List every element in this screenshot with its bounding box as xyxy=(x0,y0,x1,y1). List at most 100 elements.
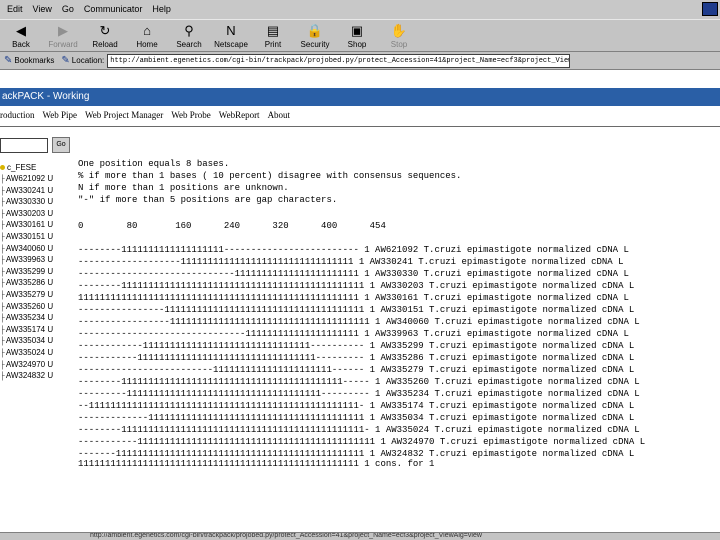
stop-label: Stop xyxy=(390,40,408,49)
tree-branch-icon: ├ xyxy=(0,290,5,300)
tree-branch-icon: ├ xyxy=(0,360,5,370)
legend-line: N if more than 1 positions are unknown. xyxy=(78,183,289,193)
menu-communicator[interactable]: Communicator xyxy=(79,0,148,19)
shop-button[interactable]: ▣ Shop xyxy=(336,20,378,52)
menu-go[interactable]: Go xyxy=(57,0,79,19)
tree-item-label: AW335299 U xyxy=(5,266,54,276)
tree-item[interactable]: ├AW324832 U xyxy=(0,370,70,382)
alignment-row: ---------1111111111111111111111111111111… xyxy=(78,389,640,399)
tree-item[interactable]: ├AW335174 U xyxy=(0,324,70,336)
tree-item-label: AW340060 U xyxy=(5,243,54,253)
tree-item[interactable]: ├AW335024 U xyxy=(0,347,70,359)
home-label: Home xyxy=(136,40,158,49)
bookmarks-label: Bookmarks xyxy=(14,56,55,65)
search-input[interactable] xyxy=(0,138,48,153)
shop-icon: ▣ xyxy=(350,23,364,38)
nav-link[interactable]: WebReport xyxy=(219,110,260,124)
tree-item-label: AW330161 U xyxy=(5,220,54,230)
tree-item-label: AW335234 U xyxy=(5,313,54,323)
status-text: http://ambient.egenetics.com/cgi-bin/tra… xyxy=(90,532,482,539)
stop-icon: ✋ xyxy=(390,23,408,38)
tree-root[interactable]: c_FESE xyxy=(0,162,70,173)
menu-help[interactable]: Help xyxy=(147,0,176,19)
folder-icon xyxy=(0,165,5,170)
tree-item[interactable]: ├AW621092 U xyxy=(0,173,70,185)
tree-item[interactable]: ├AW335299 U xyxy=(0,266,70,278)
url-field[interactable]: http://ambient.egenetics.com/cgi-bin/tra… xyxy=(107,53,571,68)
tree-item-label: AW621092 U xyxy=(5,174,54,183)
nav-link[interactable]: Web Project Manager xyxy=(85,110,163,124)
nav-link[interactable]: Web Pipe xyxy=(43,110,78,124)
legend-line: One position equals 8 bases. xyxy=(78,159,230,169)
tree-item-label: AW335286 U xyxy=(5,278,54,288)
tree-item-label: AW330241 U xyxy=(5,185,54,195)
tree-branch-icon: ├ xyxy=(0,232,5,242)
tree-branch-icon: ├ xyxy=(0,221,5,231)
alignment-row: -----------------------------11111111111… xyxy=(78,269,629,279)
search-icon: ⚲ xyxy=(184,23,194,38)
tree-branch-icon: ├ xyxy=(0,302,5,312)
tree-item-label: AW335279 U xyxy=(5,289,54,299)
stop-button[interactable]: ✋ Stop xyxy=(378,20,420,52)
tree-item-label: AW335034 U xyxy=(5,336,54,346)
alignment-rows: --------1111111111111111111-------------… xyxy=(78,244,645,460)
alignment-row: --------1111111111111111111-------------… xyxy=(78,245,629,255)
security-label: Security xyxy=(300,40,330,49)
tree-branch-icon: ├ xyxy=(0,244,5,254)
tree-item[interactable]: ├AW340060 U xyxy=(0,243,70,255)
tree-item-label: AW324970 U xyxy=(5,359,54,369)
home-icon: ⌂ xyxy=(143,23,151,38)
tree-item[interactable]: ├AW330151 U xyxy=(0,231,70,243)
tree-item[interactable]: ├AW335279 U xyxy=(0,289,70,301)
netscape-button[interactable]: N Netscape xyxy=(210,20,252,52)
netscape-label: Netscape xyxy=(214,40,248,49)
reload-icon: ↻ xyxy=(99,23,111,38)
tree-item[interactable]: ├AW335286 U xyxy=(0,277,70,289)
netscape-logo-icon xyxy=(702,2,718,16)
go-button[interactable]: Go xyxy=(52,137,70,153)
tree-item[interactable]: ├AW330330 U xyxy=(0,196,70,208)
tree-branch-icon: ├ xyxy=(0,279,5,289)
bookmarks-button[interactable]: ✎ Bookmarks xyxy=(0,55,58,66)
print-label: Print xyxy=(264,40,282,49)
nav-link[interactable]: roduction xyxy=(0,110,35,124)
tree-branch-icon: ├ xyxy=(0,256,5,266)
nav-link[interactable]: Web Probe xyxy=(171,110,211,124)
nav-divider xyxy=(0,126,720,127)
tree-item[interactable]: ├AW335260 U xyxy=(0,301,70,313)
alignment-legend: One position equals 8 bases. % if more th… xyxy=(78,158,461,206)
tree-item[interactable]: ├AW339963 U xyxy=(0,254,70,266)
tree-branch-icon: ├ xyxy=(0,186,5,196)
tree-item[interactable]: ├AW330203 U xyxy=(0,208,70,220)
tree-item-label: AW335174 U xyxy=(5,324,54,334)
forward-label: Forward xyxy=(48,40,78,49)
site-nav: roduction Web Pipe Web Project Manager Web … xyxy=(0,110,298,124)
tree-item[interactable]: ├AW335234 U xyxy=(0,312,70,324)
security-button[interactable]: 🔒 Security xyxy=(294,20,336,52)
menu-edit[interactable]: Edit xyxy=(2,0,28,19)
alignment-row: -----------11111111111111111111111111111… xyxy=(78,437,646,447)
alignment-row: -------------------------111111111111111… xyxy=(78,365,635,375)
nav-link[interactable]: About xyxy=(268,110,291,124)
tree-item[interactable]: ├AW324970 U xyxy=(0,359,70,371)
tree-item[interactable]: ├AW330241 U xyxy=(0,185,70,197)
forward-button[interactable]: ▶ Forward xyxy=(42,20,84,52)
reload-button[interactable]: ↻ Reload xyxy=(84,20,126,52)
tree-branch-icon: ├ xyxy=(0,372,5,382)
tree-branch-icon: ├ xyxy=(0,337,5,347)
alignment-row: -------------111111111111111111111111111… xyxy=(78,413,635,423)
tree-item[interactable]: ├AW330161 U xyxy=(0,219,70,231)
netscape-icon: N xyxy=(226,23,236,38)
page-title: ackPACK - Working xyxy=(0,88,720,106)
menu-view[interactable]: View xyxy=(28,0,57,19)
tree-item-label: AW339963 U xyxy=(5,255,54,265)
back-button[interactable]: ◀ Back xyxy=(0,20,42,52)
page-proxy-icon[interactable]: ✎ xyxy=(61,55,69,66)
legend-line: "-" if more than 5 positions are gap cha… xyxy=(78,195,338,205)
home-button[interactable]: ⌂ Home xyxy=(126,20,168,52)
print-button[interactable]: ▤ Print xyxy=(252,20,294,52)
tree-item-label: AW335024 U xyxy=(5,347,54,357)
location-bar: ✎ Bookmarks ✎ Location: http://ambient.e… xyxy=(0,52,720,70)
search-button[interactable]: ⚲ Search xyxy=(168,20,210,52)
tree-item[interactable]: ├AW335034 U xyxy=(0,335,70,347)
